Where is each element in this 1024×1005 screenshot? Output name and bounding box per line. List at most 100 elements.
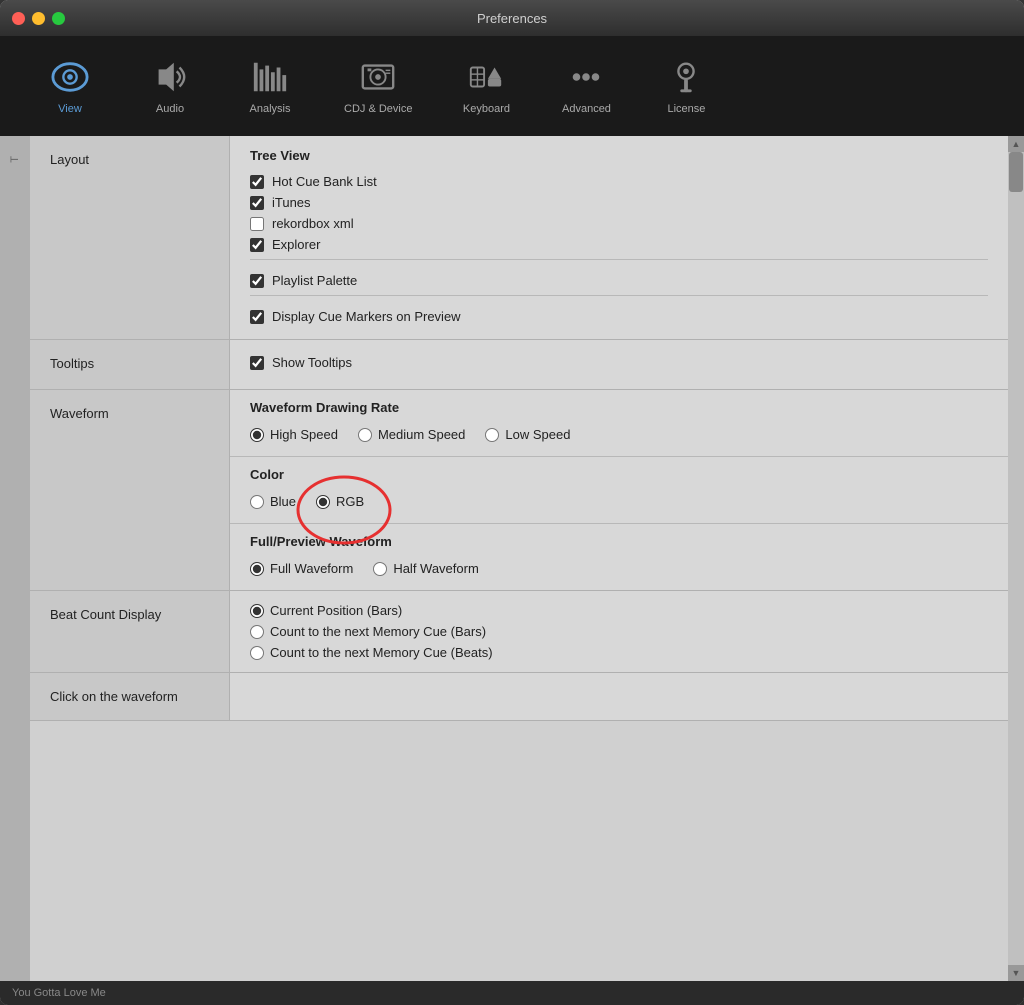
checkbox-show-tooltips: Show Tooltips [250,352,988,373]
medium-speed-radio[interactable] [358,428,372,442]
analysis-label: Analysis [250,103,291,115]
high-speed-label: High Speed [270,427,338,442]
tooltips-label: Tooltips [30,340,230,389]
titlebar: Preferences [0,0,1024,36]
rgb-radio[interactable] [316,495,330,509]
advanced-label: Advanced [562,103,611,115]
keyboard-label: Keyboard [463,103,510,115]
toolbar-item-advanced[interactable]: Advanced [536,49,636,123]
full-waveform-label: Full Waveform [270,561,353,576]
scroll-up-arrow[interactable]: ▲ [1008,136,1024,152]
current-position-radio[interactable] [250,604,264,618]
next-memory-bars-option: Count to the next Memory Cue (Bars) [250,624,988,639]
waveform-type-radio-group: Full Waveform Half Waveform [250,557,988,580]
low-speed-radio[interactable] [485,428,499,442]
cue-markers-label: Display Cue Markers on Preview [272,309,461,324]
blue-radio[interactable] [250,495,264,509]
audio-label: Audio [156,103,184,115]
scroll-thumb[interactable] [1009,152,1023,192]
toolbar-item-keyboard[interactable]: Keyboard [436,49,536,123]
hot-cue-label: Hot Cue Bank List [272,174,377,189]
itunes-checkbox[interactable] [250,196,264,210]
waveform-label: Waveform [30,390,230,590]
checkbox-playlist-palette: Playlist Palette [250,270,988,291]
layout-section: Layout Tree View Hot Cue Bank List iTune… [30,136,1008,340]
scroll-track[interactable] [1008,152,1024,965]
playlist-palette-section: Playlist Palette [250,259,988,291]
rgb-circle-container: RGB [316,494,364,509]
checkbox-rekordbox: rekordbox xml [250,213,988,234]
audio-icon [150,57,190,97]
beat-count-label: Beat Count Display [30,591,230,672]
half-waveform-radio[interactable] [373,562,387,576]
cdj-icon [358,57,398,97]
waveform-type-title: Full/Preview Waveform [250,534,988,549]
current-position-option: Current Position (Bars) [250,603,988,618]
rekordbox-label: rekordbox xml [272,216,354,231]
playlist-palette-checkbox[interactable] [250,274,264,288]
hot-cue-checkbox[interactable] [250,175,264,189]
scrollbar: ▲ ▼ [1008,136,1024,981]
drawing-rate-radio-group: High Speed Medium Speed Low Speed [250,423,988,446]
view-label: View [58,103,82,115]
maximize-button[interactable] [52,12,65,25]
click-waveform-label: Click on the waveform [30,673,230,720]
toolbar-item-audio[interactable]: Audio [120,49,220,123]
full-waveform-radio[interactable] [250,562,264,576]
low-speed-option: Low Speed [485,427,570,442]
checkbox-itunes: iTunes [250,192,988,213]
next-memory-bars-radio[interactable] [250,625,264,639]
bottom-bar: You Gotta Love Me [0,981,1024,1005]
cue-markers-checkbox[interactable] [250,310,264,324]
toolbar-item-analysis[interactable]: Analysis [220,49,320,123]
tree-view-title: Tree View [250,148,988,163]
show-tooltips-checkbox[interactable] [250,356,264,370]
rgb-label: RGB [336,494,364,509]
medium-speed-label: Medium Speed [378,427,465,442]
settings-table: Layout Tree View Hot Cue Bank List iTune… [30,136,1008,981]
left-panel: T [0,136,30,981]
window-title: Preferences [477,11,547,26]
cue-markers-section: Display Cue Markers on Preview [250,295,988,327]
high-speed-radio[interactable] [250,428,264,442]
toolbar-item-license[interactable]: License [636,49,736,123]
color-radio-group: Blue RGB [250,490,988,513]
half-waveform-label: Half Waveform [393,561,478,576]
view-icon [50,57,90,97]
toolbar-item-cdj[interactable]: CDJ & Device [320,49,436,123]
beat-count-options: Current Position (Bars) Count to the nex… [250,603,988,660]
tooltips-content: Show Tooltips [230,340,1008,389]
beat-count-section: Beat Count Display Current Position (Bar… [30,591,1008,673]
content-area: T Layout Tree View Hot Cue Bank List [0,136,1024,981]
layout-content: Tree View Hot Cue Bank List iTunes rekor… [230,136,1008,339]
toolbar-item-view[interactable]: View [20,49,120,123]
close-button[interactable] [12,12,25,25]
next-memory-beats-label: Count to the next Memory Cue (Beats) [270,645,493,660]
settings-panel: Layout Tree View Hot Cue Bank List iTune… [30,136,1008,981]
blue-label: Blue [270,494,296,509]
preferences-window: Preferences View Audio [0,0,1024,1005]
click-waveform-section: Click on the waveform [30,673,1008,721]
preview-waveform-subsection: Full/Preview Waveform Full Waveform Half… [230,523,1008,590]
drawing-rate-title: Waveform Drawing Rate [250,400,988,415]
waveform-content: Waveform Drawing Rate High Speed Medium … [230,390,1008,590]
color-subsection: Color Blue RGB [230,456,1008,523]
next-memory-beats-option: Count to the next Memory Cue (Beats) [250,645,988,660]
next-memory-beats-radio[interactable] [250,646,264,660]
explorer-label: Explorer [272,237,320,252]
minimize-button[interactable] [32,12,45,25]
beat-count-content: Current Position (Bars) Count to the nex… [230,591,1008,672]
low-speed-label: Low Speed [505,427,570,442]
rekordbox-checkbox[interactable] [250,217,264,231]
window-controls [12,12,65,25]
scroll-down-arrow[interactable]: ▼ [1008,965,1024,981]
next-memory-bars-label: Count to the next Memory Cue (Bars) [270,624,486,639]
itunes-label: iTunes [272,195,311,210]
waveform-section: Waveform Waveform Drawing Rate High Spee… [30,390,1008,591]
tooltips-section: Tooltips Show Tooltips [30,340,1008,390]
explorer-checkbox[interactable] [250,238,264,252]
keyboard-icon [466,57,506,97]
toolbar: View Audio [0,36,1024,136]
half-waveform-option: Half Waveform [373,561,478,576]
high-speed-option: High Speed [250,427,338,442]
